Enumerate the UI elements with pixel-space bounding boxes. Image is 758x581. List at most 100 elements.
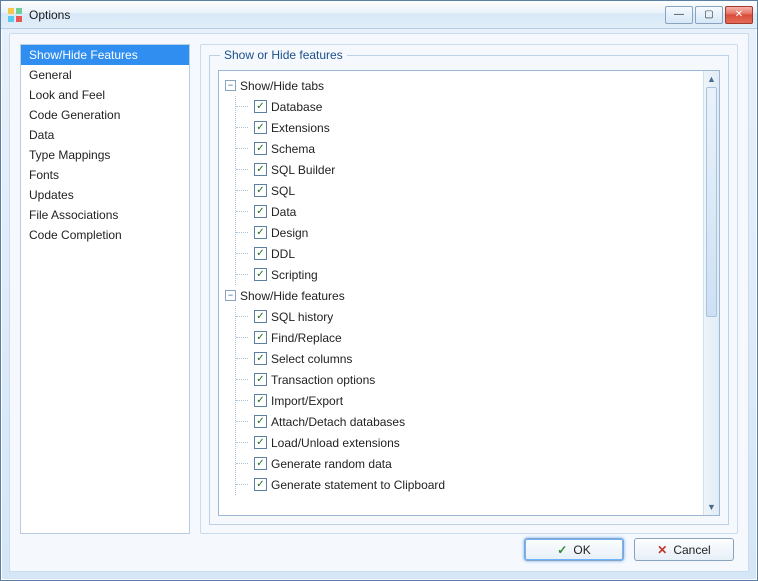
tree-leaf[interactable]: ✓ Extensions bbox=[240, 117, 701, 138]
checkbox[interactable]: ✓ bbox=[254, 100, 267, 113]
ok-button[interactable]: ✓ OK bbox=[524, 538, 624, 561]
checkbox[interactable]: ✓ bbox=[254, 205, 267, 218]
sidebar-item[interactable]: Type Mappings bbox=[21, 145, 189, 165]
checkbox[interactable]: ✓ bbox=[254, 415, 267, 428]
tree-leaf[interactable]: ✓ Generate statement to Clipboard bbox=[240, 474, 701, 495]
tree-children: ✓ SQL history ✓ Find/Replace ✓ Select columns… bbox=[235, 306, 701, 495]
ok-label: OK bbox=[573, 543, 590, 557]
tree-leaf[interactable]: ✓ SQL history bbox=[240, 306, 701, 327]
checkbox[interactable]: ✓ bbox=[254, 247, 267, 260]
tree-leaf-label: SQL history bbox=[271, 310, 333, 324]
cancel-button[interactable]: ✕ Cancel bbox=[634, 538, 734, 561]
tree-node-label: Show/Hide features bbox=[240, 289, 345, 303]
tree-leaf[interactable]: ✓ Schema bbox=[240, 138, 701, 159]
scroll-up-button[interactable]: ▲ bbox=[704, 71, 719, 87]
tree-leaf[interactable]: ✓ Database bbox=[240, 96, 701, 117]
checkbox[interactable]: ✓ bbox=[254, 184, 267, 197]
close-icon: ✕ bbox=[735, 9, 743, 20]
collapse-icon[interactable]: − bbox=[225, 290, 236, 301]
tree-leaf-label: DDL bbox=[271, 247, 295, 261]
sidebar: Show/Hide FeaturesGeneralLook and FeelCo… bbox=[20, 44, 190, 534]
checkbox[interactable]: ✓ bbox=[254, 457, 267, 470]
collapse-icon[interactable]: − bbox=[225, 80, 236, 91]
sidebar-item[interactable]: Fonts bbox=[21, 165, 189, 185]
tree-node-label: Show/Hide tabs bbox=[240, 79, 324, 93]
checkbox[interactable]: ✓ bbox=[254, 394, 267, 407]
cross-icon: ✕ bbox=[657, 543, 667, 557]
checkbox[interactable]: ✓ bbox=[254, 163, 267, 176]
chevron-up-icon: ▲ bbox=[707, 74, 716, 84]
sidebar-item[interactable]: Show/Hide Features bbox=[21, 45, 189, 65]
tree-leaf-label: Extensions bbox=[271, 121, 330, 135]
tree-leaf[interactable]: ✓ Select columns bbox=[240, 348, 701, 369]
checkbox[interactable]: ✓ bbox=[254, 310, 267, 323]
tree-leaf[interactable]: ✓ Find/Replace bbox=[240, 327, 701, 348]
tree-leaf-label: SQL bbox=[271, 184, 295, 198]
tree-leaf[interactable]: ✓ Data bbox=[240, 201, 701, 222]
checkbox[interactable]: ✓ bbox=[254, 436, 267, 449]
checkbox[interactable]: ✓ bbox=[254, 142, 267, 155]
cancel-label: Cancel bbox=[673, 543, 710, 557]
close-button[interactable]: ✕ bbox=[725, 6, 753, 24]
window-controls: — ▢ ✕ bbox=[665, 6, 753, 24]
sidebar-item[interactable]: Code Completion bbox=[21, 225, 189, 245]
tree-leaf-label: Load/Unload extensions bbox=[271, 436, 400, 450]
check-icon: ✓ bbox=[557, 543, 567, 557]
feature-tree[interactable]: −Show/Hide tabs✓Database✓Extensions✓Sche… bbox=[219, 71, 703, 515]
app-icon bbox=[7, 7, 23, 23]
tree-leaf-label: Database bbox=[271, 100, 322, 114]
options-window: Options — ▢ ✕ Show/Hide FeaturesGeneralL… bbox=[0, 0, 758, 581]
tree-leaf-label: Scripting bbox=[271, 268, 318, 282]
checkbox[interactable]: ✓ bbox=[254, 121, 267, 134]
tree-node-row[interactable]: −Show/Hide tabs bbox=[223, 75, 701, 96]
tree-leaf-label: Schema bbox=[271, 142, 315, 156]
tree-leaf-label: Import/Export bbox=[271, 394, 343, 408]
vertical-scrollbar[interactable]: ▲ ▼ bbox=[703, 71, 719, 515]
checkbox[interactable]: ✓ bbox=[254, 478, 267, 491]
tree-container: −Show/Hide tabs✓Database✓Extensions✓Sche… bbox=[218, 70, 720, 516]
minimize-icon: — bbox=[674, 9, 684, 20]
tree-leaf-label: SQL Builder bbox=[271, 163, 335, 177]
tree-leaf-label: Generate statement to Clipboard bbox=[271, 478, 445, 492]
scroll-down-button[interactable]: ▼ bbox=[704, 499, 719, 515]
sidebar-item[interactable]: Updates bbox=[21, 185, 189, 205]
sidebar-item[interactable]: General bbox=[21, 65, 189, 85]
tree-leaf[interactable]: ✓ DDL bbox=[240, 243, 701, 264]
tree-leaf[interactable]: ✓ SQL bbox=[240, 180, 701, 201]
tree-leaf[interactable]: ✓ Transaction options bbox=[240, 369, 701, 390]
tree-leaf-label: Design bbox=[271, 226, 308, 240]
main-panel: Show or Hide features −Show/Hide tabs✓Da… bbox=[200, 44, 738, 534]
tree-leaf[interactable]: ✓ Design bbox=[240, 222, 701, 243]
sidebar-item[interactable]: Look and Feel bbox=[21, 85, 189, 105]
tree-leaf-label: Transaction options bbox=[271, 373, 375, 387]
tree-leaf[interactable]: ✓ Attach/Detach databases bbox=[240, 411, 701, 432]
tree-leaf-label: Select columns bbox=[271, 352, 352, 366]
sidebar-item[interactable]: File Associations bbox=[21, 205, 189, 225]
checkbox[interactable]: ✓ bbox=[254, 268, 267, 281]
tree-leaf-label: Find/Replace bbox=[271, 331, 342, 345]
tree-leaf-label: Data bbox=[271, 205, 296, 219]
maximize-button[interactable]: ▢ bbox=[695, 6, 723, 24]
chevron-down-icon: ▼ bbox=[707, 502, 716, 512]
sidebar-item[interactable]: Data bbox=[21, 125, 189, 145]
groupbox-features: Show or Hide features −Show/Hide tabs✓Da… bbox=[209, 55, 729, 525]
tree-leaf[interactable]: ✓ Import/Export bbox=[240, 390, 701, 411]
tree-leaf[interactable]: ✓ Scripting bbox=[240, 264, 701, 285]
checkbox[interactable]: ✓ bbox=[254, 331, 267, 344]
titlebar[interactable]: Options — ▢ ✕ bbox=[1, 1, 757, 29]
tree-leaf[interactable]: ✓ Load/Unload extensions bbox=[240, 432, 701, 453]
minimize-button[interactable]: — bbox=[665, 6, 693, 24]
window-title: Options bbox=[29, 8, 70, 22]
tree-node: −Show/Hide features ✓ SQL history ✓ Find/Rep… bbox=[223, 285, 701, 495]
tree-leaf[interactable]: ✓ SQL Builder bbox=[240, 159, 701, 180]
maximize-icon: ▢ bbox=[704, 9, 713, 20]
checkbox[interactable]: ✓ bbox=[254, 373, 267, 386]
tree-node-row[interactable]: −Show/Hide features bbox=[223, 285, 701, 306]
tree-leaf[interactable]: ✓Generate random data bbox=[240, 453, 701, 474]
scrollbar-thumb[interactable] bbox=[706, 87, 717, 317]
checkbox[interactable]: ✓ bbox=[254, 226, 267, 239]
client-area: Show/Hide FeaturesGeneralLook and FeelCo… bbox=[9, 33, 749, 572]
tree-leaf-label: Attach/Detach databases bbox=[271, 415, 405, 429]
sidebar-item[interactable]: Code Generation bbox=[21, 105, 189, 125]
checkbox[interactable]: ✓ bbox=[254, 352, 267, 365]
